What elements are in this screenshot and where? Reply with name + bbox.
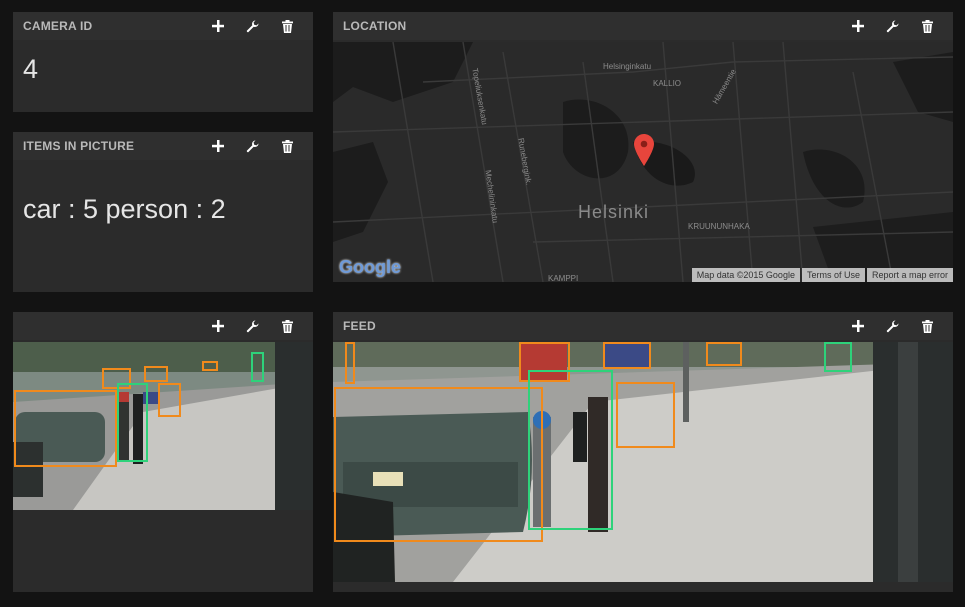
car-detection-box: [603, 342, 651, 369]
map-label: Helsinginkatu: [603, 62, 652, 71]
plus-icon[interactable]: [200, 138, 235, 154]
report-map-error-link[interactable]: Report a map error: [866, 268, 953, 282]
car-detection-box: [202, 361, 218, 371]
car-detection-box: [14, 390, 117, 467]
location-widget: LOCATION Helsinginkatu KALLIO Hämeentie …: [333, 12, 953, 282]
car-detection-box: [334, 387, 543, 542]
trash-icon[interactable]: [910, 318, 945, 334]
widget-header: LOCATION: [333, 12, 953, 40]
trash-icon[interactable]: [910, 18, 945, 34]
feed-widget: FEED: [333, 312, 953, 592]
wrench-icon[interactable]: [875, 318, 910, 334]
map-label: KRUUNUNHAKA: [688, 222, 750, 231]
camera-id-value: 4: [23, 54, 39, 84]
wrench-icon[interactable]: [235, 18, 270, 34]
trash-icon[interactable]: [270, 18, 305, 34]
map-data-text: Map data ©2015 Google: [691, 268, 800, 282]
widget-title: CAMERA ID: [23, 19, 93, 33]
items-in-picture-widget: ITEMS IN PICTURE car : 5 person : 2: [13, 132, 313, 292]
wrench-icon[interactable]: [235, 318, 270, 334]
car-detection-box: [144, 366, 168, 382]
camera-feed-image[interactable]: [333, 342, 953, 582]
map-view[interactable]: Helsinginkatu KALLIO Hämeentie Topeliuks…: [333, 42, 953, 282]
map-pin-icon[interactable]: [634, 134, 654, 171]
plus-icon[interactable]: [200, 18, 235, 34]
terms-of-use-link[interactable]: Terms of Use: [801, 268, 865, 282]
person-detection-box: [528, 370, 613, 530]
map-label: KAMPPI: [548, 274, 579, 282]
wrench-icon[interactable]: [875, 18, 910, 34]
person-detection-box: [251, 352, 264, 382]
person-detection-box: [117, 383, 148, 462]
items-count-value: car : 5 person : 2: [23, 194, 226, 224]
plus-icon[interactable]: [840, 18, 875, 34]
plus-icon[interactable]: [200, 318, 235, 334]
car-detection-box: [706, 342, 742, 366]
camera-thumbnail-image[interactable]: [13, 342, 313, 510]
trash-icon[interactable]: [270, 318, 305, 334]
widget-header: FEED: [333, 312, 953, 340]
widget-header: ITEMS IN PICTURE: [13, 132, 313, 160]
car-detection-box: [158, 383, 181, 417]
trash-icon[interactable]: [270, 138, 305, 154]
plus-icon[interactable]: [840, 318, 875, 334]
thumbnail-feed-widget: [13, 312, 313, 592]
map-attribution: Map data ©2015 Google Terms of Use Repor…: [691, 268, 953, 282]
wrench-icon[interactable]: [235, 138, 270, 154]
widget-header: [13, 312, 313, 340]
widget-title: ITEMS IN PICTURE: [23, 139, 135, 153]
map-label: KALLIO: [653, 79, 682, 88]
google-logo[interactable]: Google: [339, 257, 401, 278]
widget-title: FEED: [343, 319, 376, 333]
car-detection-box: [616, 382, 675, 448]
car-detection-box: [345, 342, 355, 384]
camera-id-widget: CAMERA ID 4: [13, 12, 313, 112]
map-city-label: Helsinki: [578, 202, 650, 222]
widget-header: CAMERA ID: [13, 12, 313, 40]
person-detection-box: [824, 342, 852, 372]
widget-title: LOCATION: [343, 19, 407, 33]
